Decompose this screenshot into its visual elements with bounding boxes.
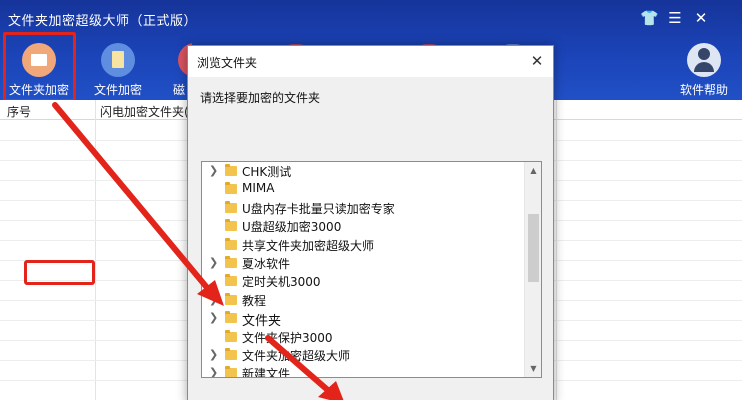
folder-icon — [225, 329, 237, 342]
tree-item[interactable]: ❯ 文件夹加密超级大师 — [202, 346, 522, 364]
folder-icon — [225, 256, 237, 268]
tree-item[interactable]: ❯ 夏冰软件 — [202, 254, 522, 272]
scroll-up-icon[interactable]: ▲ — [525, 162, 541, 179]
dialog-titlebar[interactable]: 浏览文件夹 ✕ — [188, 46, 553, 77]
chevron-right-icon[interactable]: ❯ — [209, 164, 219, 177]
folder-icon — [225, 366, 237, 377]
tree-item-label: 文件夹 — [242, 314, 282, 330]
user-icon — [687, 43, 721, 77]
tree-item[interactable]: 定时关机3000 — [202, 272, 522, 290]
folder-tree[interactable]: ❯ CHK测试 MIMA U盘内存卡批量只读加密专家 U盘超级加密3000 共享… — [201, 161, 542, 378]
tree-item[interactable]: ❯ 教程 — [202, 291, 522, 309]
chevron-right-icon[interactable]: ❯ — [209, 256, 219, 269]
folder-icon — [225, 292, 237, 305]
folder-icon — [225, 311, 237, 324]
tree-item[interactable]: ❯ CHK测试 — [202, 162, 522, 180]
scroll-down-icon[interactable]: ▼ — [525, 360, 541, 377]
tree-item-label: 文件夹保护3000 — [242, 330, 333, 345]
tree-item-label: 教程 — [242, 293, 267, 308]
dialog-title: 浏览文件夹 — [197, 56, 258, 70]
folder-icon — [225, 237, 237, 250]
scrollbar-thumb[interactable] — [528, 214, 539, 282]
column-divider — [95, 100, 96, 400]
tree-item-label: U盘超级加密3000 — [242, 220, 342, 235]
tree-item[interactable]: U盘超级加密3000 — [202, 217, 522, 235]
chevron-right-icon[interactable]: ❯ — [209, 311, 219, 324]
tree-item-label: 共享文件夹加密超级大师 — [242, 238, 375, 253]
folder-icon — [225, 164, 237, 176]
software-help-button[interactable]: 软件帮助 — [668, 40, 740, 98]
dialog-prompt: 请选择要加密的文件夹 — [200, 91, 321, 105]
tree-item[interactable]: MIMA — [202, 180, 522, 198]
tree-item-selected[interactable]: ❯ 文件夹 — [202, 309, 522, 330]
folder-icon — [225, 219, 237, 232]
column-header-index[interactable]: 序号 — [7, 103, 31, 120]
file-encrypt-button[interactable]: 文件加密 — [82, 40, 154, 98]
dialog-close-icon[interactable]: ✕ — [527, 51, 547, 71]
folder-icon — [225, 274, 237, 287]
menu-icon[interactable]: ☰ — [666, 9, 684, 27]
tree-item-label: 文件夹加密超级大师 — [242, 349, 351, 363]
tree-item[interactable]: 共享文件夹加密超级大师 — [202, 236, 522, 254]
folder-icon — [225, 200, 237, 213]
software-help-label: 软件帮助 — [679, 83, 728, 97]
close-icon[interactable]: ✕ — [692, 9, 710, 27]
app-title: 文件夹加密超级大师（正式版） — [8, 14, 198, 29]
chevron-right-icon[interactable]: ❯ — [209, 293, 219, 306]
highlight-box-toolbar — [3, 32, 76, 102]
tree-item[interactable]: ❯ 新建文件 — [202, 364, 522, 378]
tree-item-label: U盘内存卡批量只读加密专家 — [242, 201, 395, 216]
highlight-box-folder — [24, 260, 95, 285]
document-icon — [101, 43, 135, 77]
folder-icon — [225, 348, 237, 360]
tree-item-label: MIMA — [242, 181, 275, 196]
tree-item[interactable]: 文件夹保护3000 — [202, 328, 522, 346]
tree-item-label: 定时关机3000 — [242, 275, 321, 290]
column-header-folder[interactable]: 闪电加密文件夹( — [100, 103, 189, 120]
tree-item[interactable]: U盘内存卡批量只读加密专家 — [202, 199, 522, 217]
skin-icon[interactable]: 👕 — [640, 9, 659, 27]
browse-folder-dialog: 浏览文件夹 ✕ 请选择要加密的文件夹 ❯ CHK测试 MIMA U盘内存卡批量只… — [187, 45, 554, 400]
chevron-right-icon[interactable]: ❯ — [209, 366, 219, 377]
tree-scrollbar[interactable]: ▲ ▼ — [524, 162, 541, 377]
column-divider — [556, 100, 557, 400]
tree-item-label: 新建文件 — [242, 367, 291, 378]
chevron-right-icon[interactable]: ❯ — [209, 348, 219, 361]
folder-icon — [225, 182, 237, 195]
tree-item-label: 夏冰软件 — [242, 257, 291, 271]
file-encrypt-label: 文件加密 — [93, 83, 142, 97]
tree-item-label: CHK测试 — [242, 165, 292, 179]
